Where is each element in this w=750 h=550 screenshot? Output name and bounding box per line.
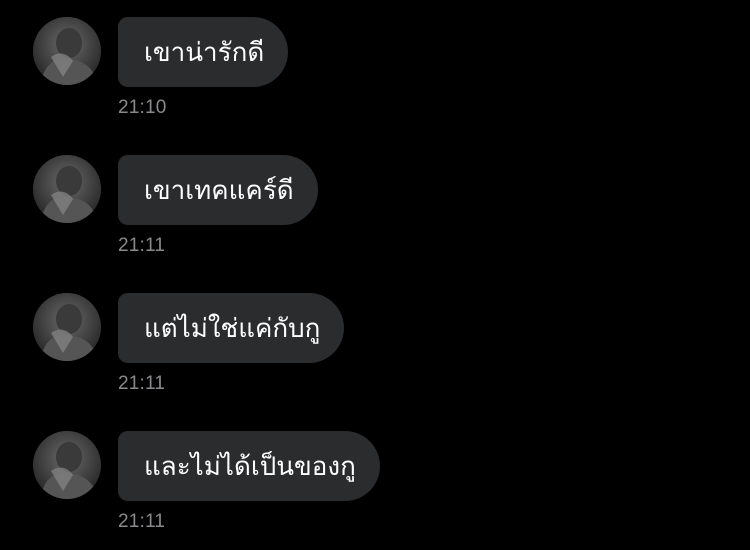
contact-avatar[interactable] (33, 293, 101, 361)
message-timestamp: 21:11 (118, 373, 166, 394)
avatar-photo-icon (33, 155, 101, 223)
message-timestamp: 21:11 (118, 511, 166, 532)
message-bubble[interactable]: และไม่ได้เป็นของกู (118, 431, 380, 501)
message-timestamp: 21:11 (118, 235, 166, 256)
chat-message: เขาน่ารักดี 21:10 (0, 17, 750, 137)
avatar-photo-icon (33, 431, 101, 499)
chat-message: เขาเทคแคร์ดี 21:11 (0, 155, 750, 275)
message-timestamp: 21:10 (118, 97, 167, 118)
message-bubble[interactable]: แต่ไม่ใช่แค่กับกู (118, 293, 345, 363)
contact-avatar[interactable] (33, 155, 101, 223)
avatar-photo-icon (33, 293, 101, 361)
chat-message: และไม่ได้เป็นของกู 21:11 (0, 431, 750, 550)
avatar-photo-icon (33, 17, 101, 85)
message-bubble[interactable]: เขาเทคแคร์ดี (118, 155, 318, 225)
chat-message: แต่ไม่ใช่แค่กับกู 21:11 (0, 293, 750, 413)
contact-avatar[interactable] (33, 431, 101, 499)
contact-avatar[interactable] (33, 17, 101, 85)
message-bubble[interactable]: เขาน่ารักดี (118, 17, 289, 87)
